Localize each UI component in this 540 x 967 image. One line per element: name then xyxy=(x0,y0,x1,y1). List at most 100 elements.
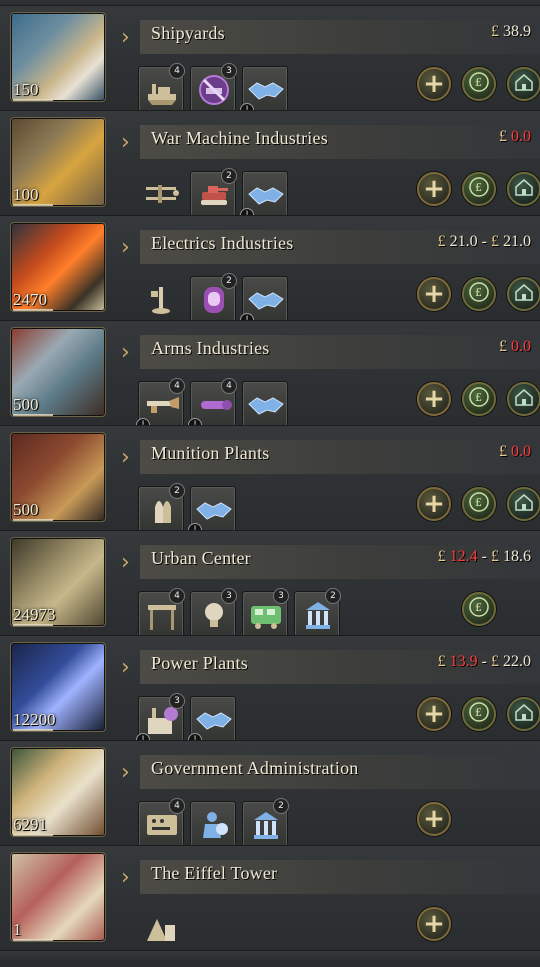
production-method-slot[interactable] xyxy=(138,171,184,217)
queue-construction-button[interactable] xyxy=(507,67,540,101)
expand-building-button[interactable]: + xyxy=(417,277,451,311)
expand-building-button[interactable]: + xyxy=(417,172,451,206)
expand-building-button[interactable]: + xyxy=(417,697,451,731)
fund-building-button[interactable]: £ xyxy=(462,277,496,311)
building-thumbnail[interactable]: 100 xyxy=(10,117,106,207)
production-method-slot[interactable]: 3! xyxy=(136,693,185,747)
plus-icon: + xyxy=(423,69,445,99)
building-row-power-plants[interactable]: 12200 ›Power Plants£13.9-£22.0 3! !+£ xyxy=(0,635,540,747)
building-thumbnail[interactable]: 150 xyxy=(10,12,106,102)
building-row-government-administration[interactable]: 6291 › Government Administration 4 2 + xyxy=(0,740,540,847)
production-method-slot[interactable]: 4 xyxy=(138,798,185,847)
building-thumbnail[interactable]: 6291 xyxy=(10,747,106,837)
production-method-slot[interactable]: 3 xyxy=(190,588,237,637)
building-row-munition-plants[interactable]: 500 › Munition Plants £0.0 2 ! + £ xyxy=(0,425,540,537)
expand-building-button[interactable]: + xyxy=(417,802,451,836)
production-method-slot[interactable]: 3 xyxy=(242,588,289,637)
building-row-urban-center[interactable]: 24973 › Urban Center £12.4- £18.6 4 3 3 2 £ xyxy=(0,530,540,637)
pound-icon: £ xyxy=(499,338,507,355)
production-method-slot[interactable]: ! xyxy=(188,696,236,747)
slot-count-badge: 3 xyxy=(273,588,289,604)
queue-construction-button[interactable] xyxy=(507,487,540,521)
building-row-arms-industries[interactable]: 500 › Arms Industries £0.0 4! 4! + £ xyxy=(0,320,540,432)
level-underline xyxy=(13,939,53,941)
production-method-slot[interactable] xyxy=(190,801,236,847)
telephone-icon xyxy=(138,276,184,322)
balance-low: 0.0 xyxy=(511,443,531,460)
expand-chevron-icon[interactable]: › xyxy=(121,656,135,680)
building-thumbnail[interactable]: 12200 xyxy=(10,642,106,732)
fund-building-button[interactable]: £ xyxy=(462,592,496,626)
production-method-slot[interactable]: 2 xyxy=(294,588,341,637)
fund-building-button[interactable]: £ xyxy=(462,172,496,206)
production-method-slot[interactable] xyxy=(138,276,184,322)
production-method-slot[interactable]: 2 xyxy=(242,798,289,847)
building-balance: £0.0 xyxy=(499,443,531,461)
building-thumbnail[interactable]: 500 xyxy=(10,432,106,522)
production-method-slot[interactable]: 2 xyxy=(138,483,185,532)
expand-chevron-icon[interactable]: › xyxy=(121,551,135,575)
building-row-electrics-industries[interactable]: 2470 › Electrics Industries £21.0- £21.0 2 … xyxy=(0,215,540,327)
expand-building-button[interactable]: + xyxy=(417,382,451,416)
expand-chevron-icon[interactable]: › xyxy=(121,26,135,50)
building-level: 150 xyxy=(13,80,39,99)
production-method-slot[interactable]: 4! xyxy=(188,378,237,432)
balance-low: 0.0 xyxy=(511,338,531,355)
pound-plus-icon: £ xyxy=(468,176,490,202)
production-method-slot[interactable]: 4 xyxy=(138,63,185,112)
fund-building-button[interactable]: £ xyxy=(462,382,496,416)
queue-construction-button[interactable] xyxy=(507,382,540,416)
building-name: Munition Plants xyxy=(151,443,270,463)
building-thumbnail[interactable]: 500 xyxy=(10,327,106,417)
building-name: Arms Industries xyxy=(151,338,270,358)
fund-building-button[interactable]: £ xyxy=(462,697,496,731)
building-thumbnail[interactable]: 24973 xyxy=(10,537,106,627)
expand-chevron-icon[interactable]: › xyxy=(121,236,135,260)
production-method-slot[interactable] xyxy=(138,906,184,952)
building-list: 150 › Shipyards £38.9 4 3 ! + £ 100 › War Mac… xyxy=(0,0,540,967)
production-method-slot[interactable]: 2 xyxy=(190,168,237,217)
production-method-slot[interactable]: 4! xyxy=(136,378,185,432)
production-method-slot[interactable]: ! xyxy=(240,171,288,222)
expand-building-button[interactable]: + xyxy=(417,907,451,941)
building-level: 500 xyxy=(13,500,39,519)
balance-high: 21.0 xyxy=(503,233,531,250)
expand-chevron-icon[interactable]: › xyxy=(121,761,135,785)
production-method-slot[interactable]: 3 xyxy=(190,63,237,112)
production-method-slot[interactable]: ! xyxy=(240,66,288,117)
production-method-slot[interactable]: ! xyxy=(188,486,236,537)
level-underline xyxy=(13,519,53,521)
building-row-war-machine-industries[interactable]: 100 › War Machine Industries £0.0 2 ! + £ xyxy=(0,110,540,222)
fund-building-button[interactable]: £ xyxy=(462,487,496,521)
production-method-slot[interactable] xyxy=(242,381,288,427)
svg-text:£: £ xyxy=(475,286,482,299)
production-method-slot[interactable]: 2 xyxy=(190,273,237,322)
level-underline xyxy=(13,99,53,101)
queue-construction-button[interactable] xyxy=(507,697,540,731)
production-method-slot[interactable]: 4 xyxy=(138,588,185,637)
queue-construction-button[interactable] xyxy=(507,277,540,311)
balance-low: 38.9 xyxy=(503,23,531,40)
building-thumbnail[interactable]: 1 xyxy=(10,852,106,942)
svg-text:£: £ xyxy=(475,76,482,89)
production-method-slot[interactable]: ! xyxy=(240,276,288,327)
svg-text:£: £ xyxy=(475,496,482,509)
queue-construction-button[interactable] xyxy=(507,172,540,206)
expand-chevron-icon[interactable]: › xyxy=(121,131,135,155)
building-row-eiffel-tower[interactable]: 1 › The Eiffel Tower + xyxy=(0,845,540,945)
svg-text:£: £ xyxy=(475,391,482,404)
expand-chevron-icon[interactable]: › xyxy=(121,866,135,890)
home-plus-icon xyxy=(513,281,535,307)
building-row-shipyards[interactable]: 150 › Shipyards £38.9 4 3 ! + £ xyxy=(0,5,540,117)
level-underline xyxy=(13,414,53,416)
expand-chevron-icon[interactable]: › xyxy=(121,446,135,470)
fund-building-button[interactable]: £ xyxy=(462,67,496,101)
building-thumbnail[interactable]: 2470 xyxy=(10,222,106,312)
expand-chevron-icon[interactable]: › xyxy=(121,341,135,365)
svg-text:£: £ xyxy=(475,706,482,719)
slot-count-badge: 4 xyxy=(169,378,185,394)
balance-low: 12.4 xyxy=(449,548,478,565)
expand-building-button[interactable]: + xyxy=(417,487,451,521)
expand-building-button[interactable]: + xyxy=(417,67,451,101)
home-plus-icon xyxy=(513,71,535,97)
